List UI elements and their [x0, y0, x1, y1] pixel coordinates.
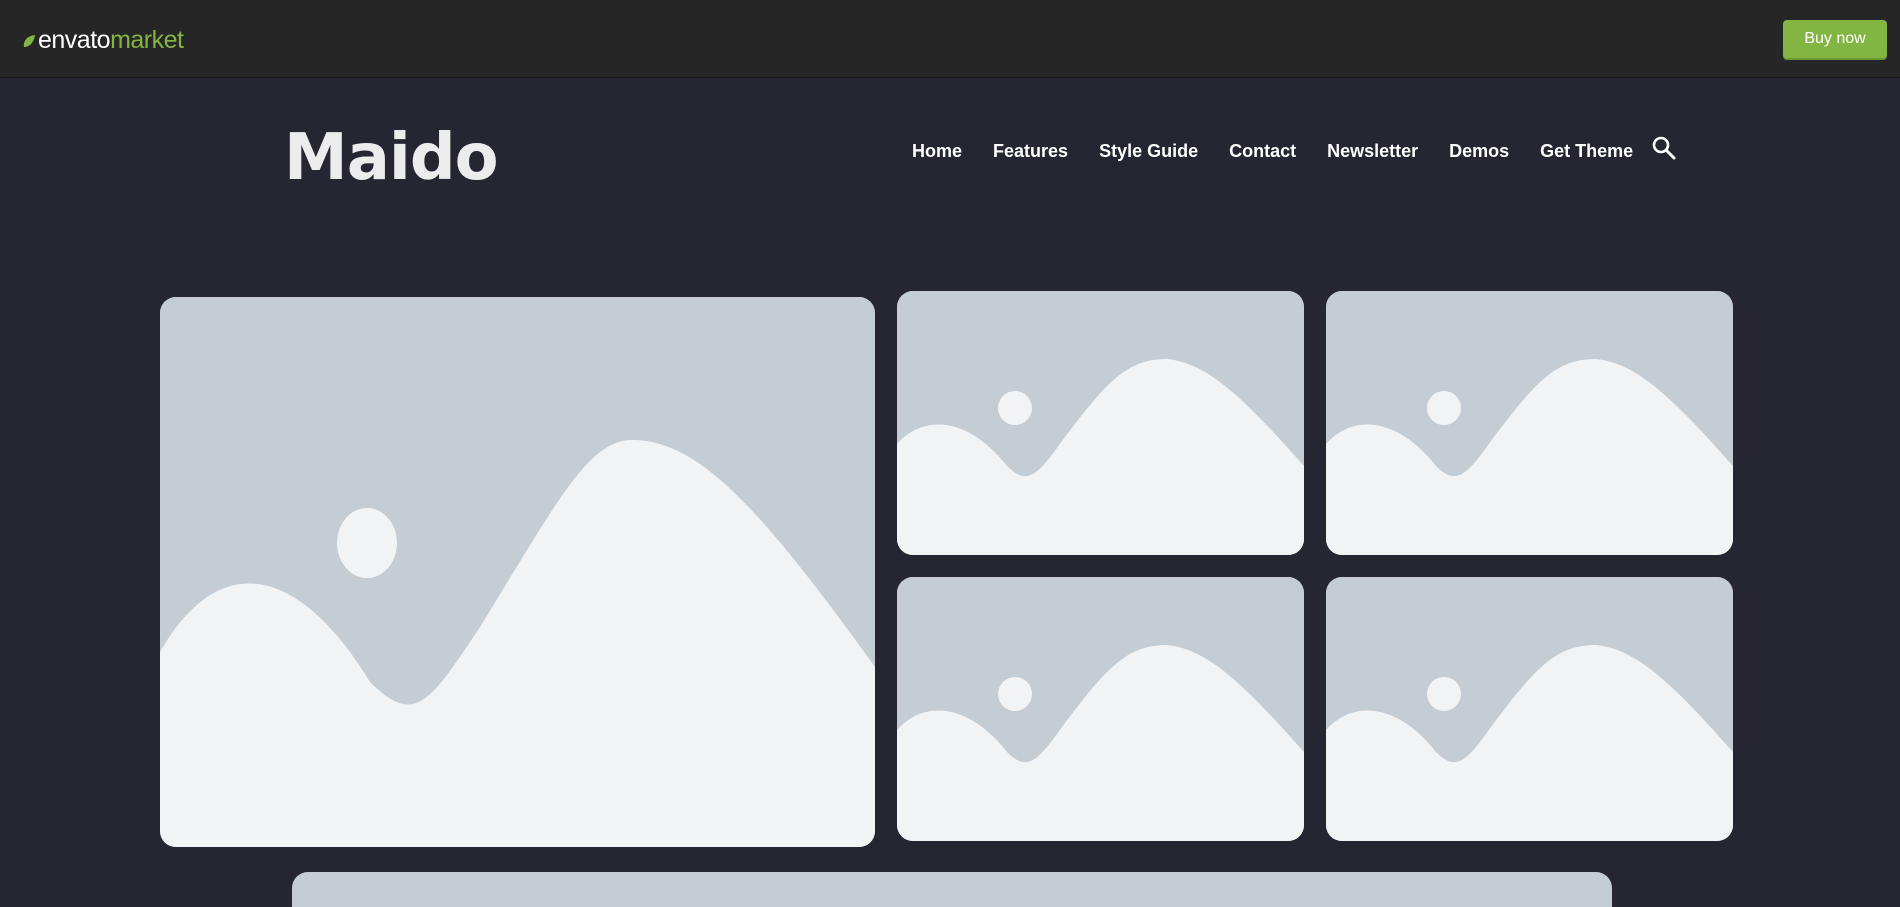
envato-market-logo[interactable]: envato market — [22, 26, 184, 55]
envato-logo-word: envato — [38, 26, 111, 54]
post-image-1[interactable] — [897, 291, 1304, 555]
nav-style-guide[interactable]: Style Guide — [1099, 141, 1198, 162]
image-placeholder-icon — [897, 577, 1304, 841]
post-image-2[interactable] — [1326, 291, 1733, 555]
nav-contact[interactable]: Contact — [1229, 141, 1296, 162]
site-logo[interactable]: Maido — [284, 118, 499, 198]
buy-now-button[interactable]: Buy now — [1783, 20, 1887, 58]
image-placeholder-icon — [160, 297, 875, 847]
search-icon[interactable] — [1651, 135, 1677, 161]
image-placeholder-icon — [1326, 577, 1733, 841]
post-image-4[interactable] — [1326, 577, 1733, 841]
main-navigation: Home Features Style Guide Contact Newsle… — [912, 135, 1677, 164]
nav-get-theme[interactable]: Get Theme — [1540, 141, 1633, 162]
next-section-card — [292, 872, 1612, 907]
nav-demos[interactable]: Demos — [1449, 141, 1509, 162]
nav-features[interactable]: Features — [993, 141, 1068, 162]
image-placeholder-icon — [1326, 291, 1733, 555]
nav-newsletter[interactable]: Newsletter — [1327, 141, 1418, 162]
market-logo-word: market — [110, 26, 184, 54]
leaf-icon — [22, 34, 36, 48]
image-placeholder-icon — [897, 291, 1304, 555]
envato-top-bar: envato market Buy now — [0, 0, 1900, 78]
post-image-3[interactable] — [897, 577, 1304, 841]
nav-home[interactable]: Home — [912, 141, 962, 162]
featured-post-image[interactable] — [160, 297, 875, 847]
